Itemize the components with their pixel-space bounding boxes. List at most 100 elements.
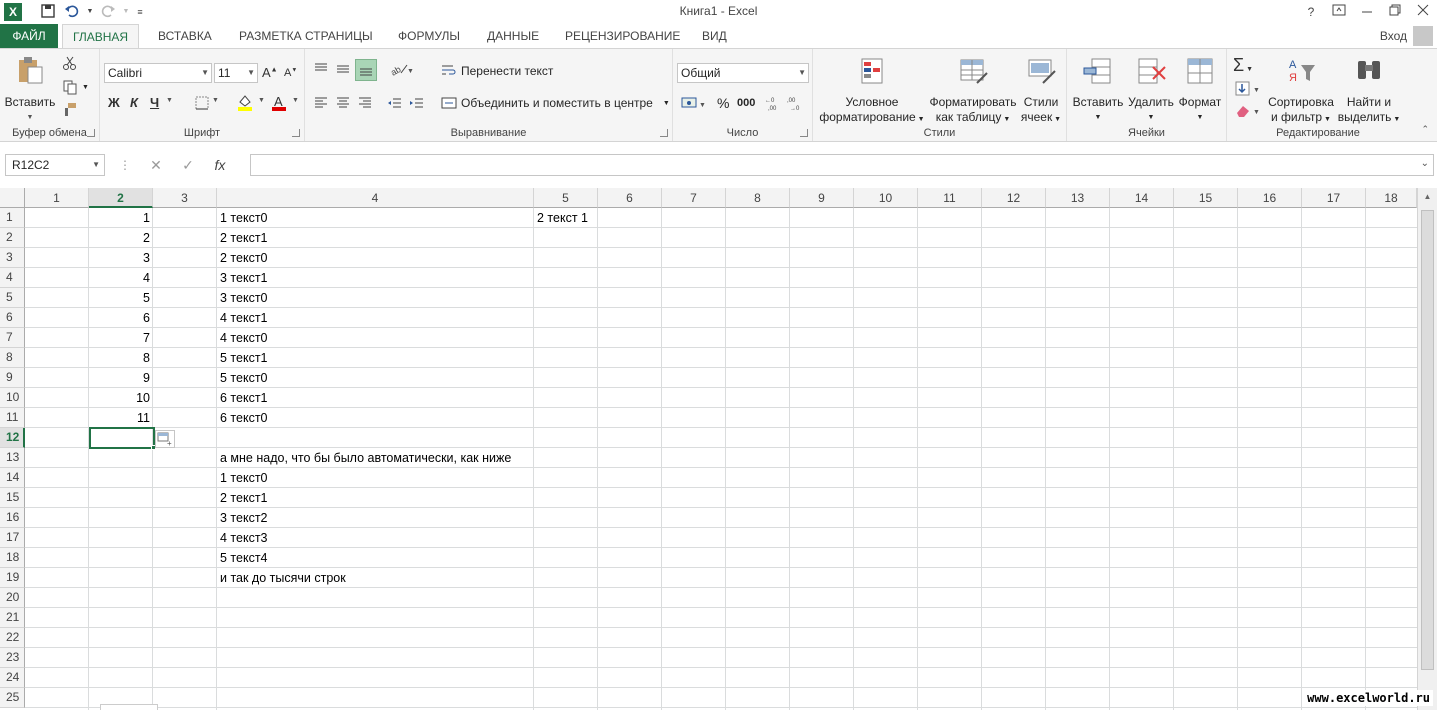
row-header[interactable]: 5 xyxy=(0,288,25,308)
row-header[interactable]: 24 xyxy=(0,668,25,688)
help-button[interactable]: ? xyxy=(1297,0,1325,24)
find-select-button[interactable]: Найти и выделить ▼ xyxy=(1337,55,1401,127)
row-header[interactable]: 23 xyxy=(0,648,25,668)
cell[interactable]: 1 текст0 xyxy=(217,468,271,488)
column-header[interactable]: 14 xyxy=(1110,188,1174,208)
row-header[interactable]: 21 xyxy=(0,608,25,628)
number-format-combo[interactable]: Общий ▼ xyxy=(677,63,809,83)
cell[interactable]: 5 xyxy=(89,288,153,308)
tab-data[interactable]: ДАННЫЕ xyxy=(477,24,549,48)
cell[interactable]: 1 текст0 xyxy=(217,208,271,228)
row-header[interactable]: 15 xyxy=(0,488,25,508)
column-header[interactable]: 2 xyxy=(89,188,153,208)
avatar[interactable] xyxy=(1413,26,1433,46)
active-cell[interactable] xyxy=(89,427,155,449)
underline-dropdown-icon[interactable]: ▼ xyxy=(166,97,173,104)
cell[interactable]: 6 текст1 xyxy=(217,388,271,408)
cut-button[interactable] xyxy=(62,55,78,71)
sheet-tab[interactable] xyxy=(100,704,158,710)
delete-cells-button[interactable]: Удалить ▼ xyxy=(1125,55,1177,125)
cell[interactable]: 2 текст0 xyxy=(217,248,271,268)
scroll-thumb[interactable] xyxy=(1421,210,1434,670)
decrease-decimal-button[interactable]: ,00 →0 xyxy=(787,95,803,114)
row-header[interactable]: 20 xyxy=(0,588,25,608)
row-header[interactable]: 8 xyxy=(0,348,25,368)
tab-page-layout[interactable]: РАЗМЕТКА СТРАНИЦЫ xyxy=(229,24,383,48)
cell[interactable]: 4 текст3 xyxy=(217,528,271,548)
row-header[interactable]: 25 xyxy=(0,688,25,708)
cell[interactable]: 3 текст1 xyxy=(217,268,271,288)
font-color-dropdown-icon[interactable]: ▼ xyxy=(292,97,299,104)
cell[interactable]: 10 xyxy=(89,388,153,408)
row-header[interactable]: 6 xyxy=(0,308,25,328)
row-header[interactable]: 14 xyxy=(0,468,25,488)
format-cells-button[interactable]: Формат ▼ xyxy=(1175,55,1225,125)
font-size-combo[interactable]: 11 ▼ xyxy=(214,63,258,83)
align-middle-button[interactable] xyxy=(335,61,351,80)
font-color-button[interactable]: A xyxy=(270,93,288,114)
insert-cells-button[interactable]: Вставить ▼ xyxy=(1071,55,1125,125)
row-header[interactable]: 2 xyxy=(0,228,25,248)
font-name-combo[interactable]: Calibri ▼ xyxy=(104,63,212,83)
cell[interactable]: 3 текст2 xyxy=(217,508,271,528)
thousands-button[interactable]: 000 xyxy=(737,97,755,109)
sign-in-link[interactable]: Вход xyxy=(1380,24,1407,48)
row-header[interactable]: 4 xyxy=(0,268,25,288)
orientation-button[interactable]: ab ▼ xyxy=(389,61,414,80)
column-header[interactable]: 7 xyxy=(662,188,726,208)
row-header[interactable]: 13 xyxy=(0,448,25,468)
fill-color-dropdown-icon[interactable]: ▼ xyxy=(258,97,265,104)
fill-button[interactable]: ▼ xyxy=(1235,81,1263,100)
conditional-formatting-button[interactable]: Условное форматирование ▼ xyxy=(817,55,927,127)
format-painter-button[interactable] xyxy=(62,101,78,117)
number-launcher-icon[interactable] xyxy=(800,129,808,137)
row-header[interactable]: 11 xyxy=(0,408,25,428)
row-header[interactable]: 17 xyxy=(0,528,25,548)
autosum-button[interactable]: Σ ▼ xyxy=(1233,55,1253,76)
cell[interactable]: 5 текст4 xyxy=(217,548,271,568)
paste-button[interactable]: Вставить ▼ xyxy=(4,55,56,125)
tab-formulas[interactable]: ФОРМУЛЫ xyxy=(388,24,470,48)
expand-formula-bar-icon[interactable]: ⌄ xyxy=(1421,158,1429,169)
currency-button[interactable]: ▼ xyxy=(681,95,709,114)
format-as-table-button[interactable]: Форматировать как таблицу ▼ xyxy=(927,55,1019,127)
cell[interactable]: и так до тысячи строк xyxy=(217,568,349,588)
row-header[interactable]: 12 xyxy=(0,428,25,448)
column-header[interactable]: 13 xyxy=(1046,188,1110,208)
close-icon[interactable] xyxy=(1409,0,1437,24)
cell[interactable]: 1 xyxy=(89,208,153,228)
italic-button[interactable]: К xyxy=(130,95,138,110)
row-header[interactable]: 3 xyxy=(0,248,25,268)
vertical-scrollbar[interactable]: ▲ xyxy=(1417,188,1437,710)
column-header[interactable]: 10 xyxy=(854,188,918,208)
shrink-font-button[interactable]: A▼ xyxy=(284,67,297,79)
column-header[interactable]: 15 xyxy=(1174,188,1238,208)
row-header[interactable]: 22 xyxy=(0,628,25,648)
sort-filter-button[interactable]: AЯ Сортировка и фильтр ▼ xyxy=(1265,55,1337,127)
cell[interactable]: 2 текст 1 xyxy=(534,208,591,228)
grow-font-button[interactable]: A▲ xyxy=(262,65,278,80)
increase-decimal-button[interactable]: ←0,00 xyxy=(765,95,781,114)
tab-home[interactable]: ГЛАВНАЯ xyxy=(62,24,140,49)
insert-function-icon[interactable]: fx xyxy=(204,157,236,173)
formula-input[interactable]: ⌄ xyxy=(250,154,1434,176)
underline-button[interactable]: Ч xyxy=(150,95,159,110)
tab-insert[interactable]: ВСТАВКА xyxy=(148,24,222,48)
borders-dropdown-icon[interactable]: ▼ xyxy=(212,97,219,104)
cell[interactable]: 6 текст0 xyxy=(217,408,271,428)
align-top-button[interactable] xyxy=(313,61,329,80)
minimize-icon[interactable] xyxy=(1353,0,1381,24)
cell[interactable]: 4 текст1 xyxy=(217,308,271,328)
column-header[interactable]: 16 xyxy=(1238,188,1302,208)
align-center-button[interactable] xyxy=(335,95,351,114)
row-header[interactable]: 19 xyxy=(0,568,25,588)
select-all-corner[interactable] xyxy=(0,188,25,208)
wrap-text-button[interactable]: Перенести текст xyxy=(441,63,553,79)
row-header[interactable]: 7 xyxy=(0,328,25,348)
column-header[interactable]: 11 xyxy=(918,188,982,208)
name-box[interactable]: R12C2 ▼ xyxy=(5,154,105,176)
restore-icon[interactable] xyxy=(1381,0,1409,24)
cell[interactable]: 7 xyxy=(89,328,153,348)
row-header[interactable]: 1 xyxy=(0,208,25,228)
cell-styles-button[interactable]: Стили ячеек ▼ xyxy=(1019,55,1063,127)
